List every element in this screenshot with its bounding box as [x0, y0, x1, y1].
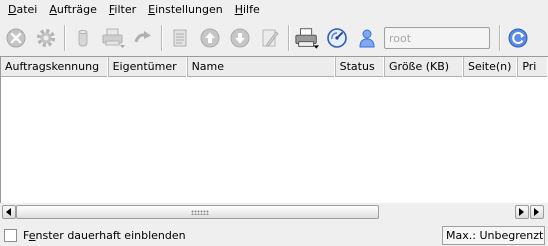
- cancel-job-button[interactable]: [3, 25, 29, 51]
- arrow-right-icon: [534, 208, 539, 216]
- keep-window-open-label[interactable]: Fenster dauerhaft einblenden: [23, 229, 186, 242]
- column-header-status[interactable]: Status: [336, 57, 386, 77]
- column-header-size[interactable]: Größe (KB): [385, 57, 464, 77]
- settings-gear-icon: [37, 29, 55, 47]
- hold-cylinder-icon: [78, 29, 88, 47]
- arrow-right-icon: [519, 208, 524, 216]
- column-header-job-id[interactable]: Auftragskennung: [1, 57, 109, 77]
- move-down-icon: [230, 28, 250, 48]
- scroll-left-button[interactable]: [2, 205, 16, 219]
- max-jobs-label: Max.: Unbegrenzt: [442, 226, 545, 245]
- menu-filter[interactable]: Filter: [103, 0, 142, 20]
- arrow-left-icon: [6, 208, 11, 216]
- move-job-up-button[interactable]: [197, 25, 223, 51]
- toolbar-separator: [64, 25, 66, 51]
- menu-hilfe[interactable]: Hilfe: [229, 0, 266, 20]
- printer-tool-button[interactable]: [324, 25, 350, 51]
- user-filter-input[interactable]: [384, 27, 490, 49]
- printer-disabled-icon: [102, 28, 125, 48]
- toolbar-separator: [499, 25, 501, 51]
- edit-job-button[interactable]: [257, 25, 283, 51]
- redo-arrow-icon: [134, 31, 151, 43]
- menu-auftraege[interactable]: Aufträge: [43, 0, 103, 20]
- toolbar-separator: [161, 25, 163, 51]
- statusbar: Fenster dauerhaft einblenden Max.: Unbeg…: [0, 224, 548, 246]
- move-up-icon: [200, 28, 220, 48]
- horizontal-scrollbar[interactable]: [0, 203, 548, 221]
- grip-icon: [191, 210, 209, 215]
- column-header-name[interactable]: Name: [188, 57, 336, 77]
- menu-datei[interactable]: Datei: [2, 0, 43, 20]
- scrollbar-thumb[interactable]: [16, 205, 379, 219]
- user-filter-button[interactable]: [354, 25, 380, 51]
- job-settings-button[interactable]: [33, 25, 59, 51]
- scroll-right-button-secondary[interactable]: [530, 205, 544, 219]
- scroll-right-button[interactable]: [515, 205, 529, 219]
- refresh-button[interactable]: [505, 25, 531, 51]
- job-info-button[interactable]: [167, 25, 193, 51]
- restart-job-button[interactable]: [130, 25, 156, 51]
- menubar: Datei Aufträge Filter Einstellungen Hilf…: [0, 0, 548, 20]
- cancel-job-icon: [6, 28, 26, 48]
- move-job-down-button[interactable]: [227, 25, 253, 51]
- column-header-pages[interactable]: Seite(n): [464, 57, 519, 77]
- toolbar-separator: [288, 25, 290, 51]
- table-header: Auftragskennung Eigentümer Name Status G…: [1, 57, 548, 77]
- menu-einstellungen[interactable]: Einstellungen: [142, 0, 229, 20]
- hold-job-button[interactable]: [70, 25, 96, 51]
- user-icon: [359, 29, 375, 48]
- column-header-priority[interactable]: Pri: [518, 57, 548, 77]
- select-printer-button[interactable]: [294, 25, 320, 51]
- move-to-printer-button[interactable]: [100, 25, 126, 51]
- edit-icon: [262, 29, 279, 47]
- job-table[interactable]: Auftragskennung Eigentümer Name Status G…: [0, 56, 548, 203]
- job-list-icon: [173, 29, 187, 47]
- printer-icon: [295, 28, 320, 49]
- column-header-owner[interactable]: Eigentümer: [109, 57, 188, 77]
- keep-window-open-checkbox[interactable]: [4, 228, 17, 242]
- refresh-icon: [508, 28, 528, 48]
- dial-icon: [327, 28, 347, 48]
- toolbar: [0, 21, 548, 55]
